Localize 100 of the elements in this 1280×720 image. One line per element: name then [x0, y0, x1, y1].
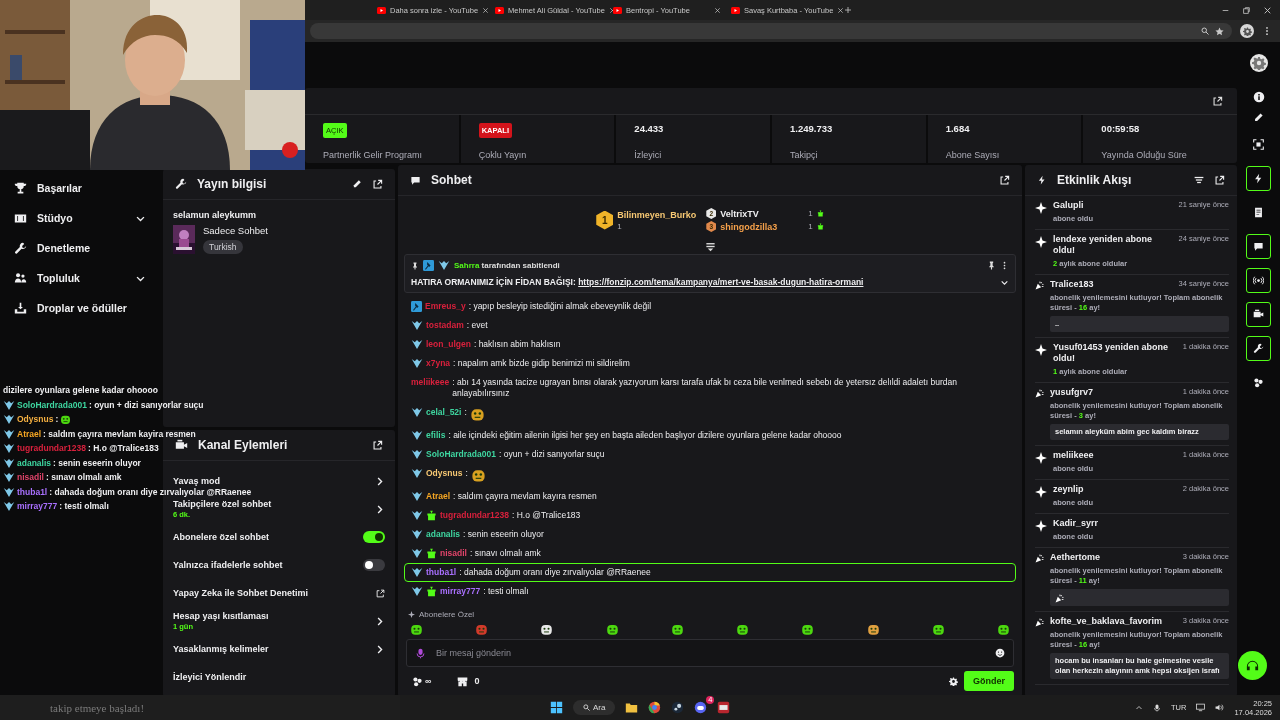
people-icon — [14, 271, 27, 285]
microphone-icon[interactable] — [1153, 703, 1162, 712]
play-icon — [495, 6, 504, 14]
username[interactable]: meliikeee — [411, 377, 450, 388]
close-icon[interactable] — [1263, 5, 1272, 15]
username[interactable]: shingodzilla3 — [720, 221, 805, 232]
gift-count: 1 — [808, 209, 813, 218]
scroll-down-icon[interactable] — [704, 241, 716, 252]
profile-avatar[interactable] — [1249, 54, 1268, 72]
toggle-switch[interactable] — [363, 559, 385, 571]
username[interactable]: Emreus_y — [425, 301, 466, 312]
username[interactable]: tugradundar1238 — [440, 510, 509, 521]
sidebar-item[interactable]: Denetleme — [0, 233, 160, 263]
rail-button[interactable] — [1246, 336, 1271, 361]
new-tab-icon[interactable] — [844, 6, 852, 14]
setting-label[interactable]: Takipçilere özel sohbet — [173, 499, 368, 509]
folder-icon[interactable] — [625, 701, 639, 714]
message-text: : — [464, 407, 467, 418]
sidebar-item[interactable]: Topluluk — [0, 263, 160, 293]
close-icon[interactable] — [714, 6, 721, 14]
store-icon[interactable] — [457, 675, 469, 687]
confetti-icon — [1035, 618, 1044, 627]
username[interactable]: Odysnus — [426, 468, 463, 479]
wings-icon — [3, 457, 15, 469]
info-icon[interactable] — [1252, 91, 1265, 103]
username[interactable]: adanalis — [426, 529, 461, 540]
close-icon[interactable] — [482, 6, 490, 14]
username[interactable]: mirray777 — [440, 586, 481, 597]
setting-label[interactable]: Hesap yaşı kısıtlaması — [173, 611, 368, 621]
username[interactable]: Bilinmeyen_Burko — [617, 209, 697, 220]
message-field[interactable]: Bir mesaj gönderin — [406, 639, 1014, 667]
wings-icon — [3, 486, 15, 498]
link[interactable]: https://fonzip.com/tema/kampanya/mert-ve-basak-dugun-hatira-ormani — [578, 277, 864, 287]
send-button[interactable]: Gönder — [964, 671, 1014, 691]
unpin-icon[interactable] — [987, 261, 996, 270]
rail-button[interactable] — [1246, 234, 1271, 259]
support-button[interactable] — [1238, 651, 1267, 680]
popout-icon[interactable] — [372, 439, 383, 451]
username[interactable]: tostadam — [426, 320, 464, 331]
close-icon[interactable] — [837, 6, 845, 14]
app-icon[interactable] — [717, 701, 731, 714]
stat-label: İzleyici — [634, 150, 663, 160]
setting-label[interactable]: Yalnızca ifadelerle sohbet — [173, 560, 357, 570]
message-text: : H.o @Tralice183 — [87, 443, 159, 455]
browser-icon[interactable] — [648, 701, 662, 714]
sidebar-item[interactable]: Droplar ve ödüller — [0, 293, 160, 323]
emote-icon — [736, 623, 750, 636]
username[interactable]: SoloHardrada001 — [426, 449, 496, 460]
chevron-up-icon[interactable] — [1135, 703, 1144, 712]
username[interactable]: x7yna — [426, 358, 451, 369]
edit-icon[interactable] — [1253, 112, 1264, 123]
emote-icon — [801, 623, 815, 636]
setting-label[interactable]: Yapay Zeka ile Sohbet Denetimi — [173, 588, 370, 598]
popout-icon[interactable] — [999, 174, 1010, 186]
edit-icon[interactable] — [352, 179, 362, 189]
restore-icon[interactable] — [1242, 5, 1251, 15]
setting-label[interactable]: Yasaklanmış kelimeler — [173, 644, 368, 654]
search-field[interactable]: Ara — [573, 700, 616, 715]
toggle-switch[interactable] — [363, 531, 385, 543]
username[interactable]: efilis — [426, 430, 446, 441]
points-count: ∞ — [425, 676, 432, 686]
filter-icon[interactable] — [1194, 175, 1204, 185]
speaker-icon[interactable] — [1215, 703, 1225, 712]
popout-icon[interactable] — [372, 178, 383, 190]
rail-button[interactable] — [1246, 166, 1271, 191]
setting-label[interactable]: Abonelere özel sohbet — [173, 532, 357, 542]
tag[interactable]: Turkish — [203, 240, 243, 254]
popout-icon[interactable] — [1212, 95, 1223, 107]
username[interactable]: leon_ulgen — [426, 339, 471, 350]
download-icon — [14, 301, 27, 315]
setting-label[interactable]: İzleyici Yönlendir — [173, 672, 385, 682]
sidebar-item[interactable]: Başarılar — [0, 173, 160, 203]
username[interactable]: nisadil — [440, 548, 467, 559]
username[interactable]: celal_52i — [426, 407, 462, 418]
emoji-icon[interactable] — [995, 648, 1005, 658]
popout-icon[interactable] — [1214, 174, 1225, 186]
sidebar-item[interactable]: Stüdyo — [0, 203, 160, 233]
username[interactable]: VeltrixTV — [720, 208, 805, 219]
message-input[interactable]: Bir mesaj gönderin — [434, 647, 987, 659]
settings-icon[interactable] — [949, 676, 958, 686]
event-title: Aethertome — [1050, 552, 1101, 563]
windows-icon[interactable] — [550, 701, 563, 714]
username[interactable]: thuba1l — [426, 567, 457, 578]
message-text: : senin eseerin oluyor — [53, 457, 141, 469]
monitor-icon[interactable] — [1196, 703, 1206, 712]
rail-button[interactable] — [1246, 302, 1271, 327]
profile-avatar[interactable] — [1240, 24, 1254, 38]
rail-button[interactable] — [1246, 268, 1271, 293]
emote-icon — [931, 623, 945, 636]
wrench-icon — [14, 241, 27, 255]
zoom-icon[interactable] — [1201, 27, 1209, 35]
bookmark-star-icon[interactable] — [1215, 26, 1224, 36]
message-text: : abı 14 yasında tacize ugrayan bınsı olarak yazıyorum karsı tarafa ufak bı ceza bile venlmedı sebebı de yetersız delıldi adaletı burdan anlayabılırsınız — [452, 377, 958, 399]
emote-icon — [470, 468, 486, 483]
message-text: : senin eseerin oluyor — [463, 529, 544, 540]
message-text: : aile içindeki eğitim ailenin ilgisi her şey en başta aileden başlıyor dizilere oyunlara gelene kadar ohoooo — [448, 430, 842, 441]
confetti-icon — [1035, 554, 1044, 563]
event-title: meliikeee — [1053, 450, 1095, 461]
username[interactable]: Atrael — [426, 491, 451, 502]
setting-label[interactable]: Yavaş mod — [173, 476, 368, 486]
